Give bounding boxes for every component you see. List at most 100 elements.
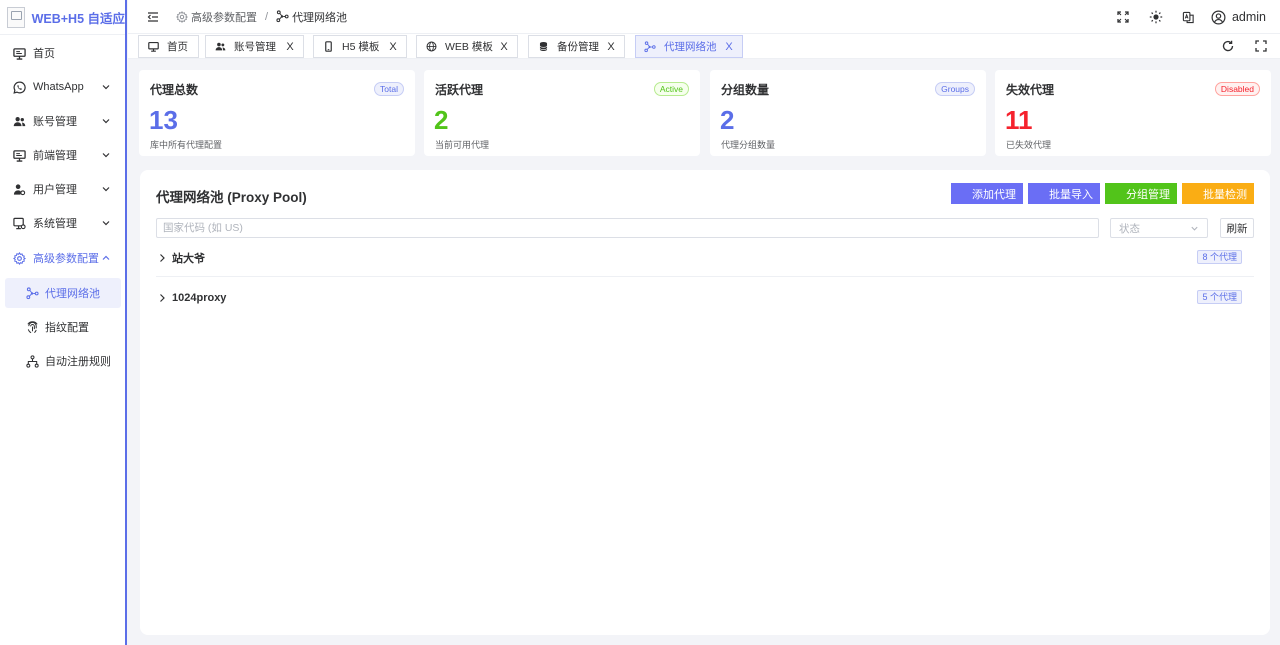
close-icon[interactable]: X [606,41,616,53]
chevron-right-icon[interactable] [156,292,168,304]
divider [156,276,1254,277]
breadcrumb-current: 代理网络池 [276,9,347,25]
close-icon[interactable]: X [285,41,295,53]
user-gear-icon [12,182,26,196]
group-management-button[interactable]: 分组管理 [1105,183,1177,204]
tab-label: H5 模板 [342,41,380,53]
sidebar-item-whatsapp[interactable]: WhatsApp [0,71,125,103]
breadcrumb-separator: / [265,10,269,23]
fingerprint-icon [25,320,39,334]
chevron-down-icon [101,184,111,194]
tabs-bar: 首页 账号管理 X H5 模板 X WEB 模板 X 备份管理 X 代理网络池 … [128,34,1280,59]
sidebar-subitem-label: 自动注册规则 [45,356,111,368]
breadcrumb-item[interactable]: 高级参数配置 [176,9,257,25]
stat-title: 活跃代理 [435,83,484,97]
proxy-group-row[interactable]: 站大爷 8 个代理 [156,242,1254,274]
fullscreen-icon[interactable] [1115,9,1131,25]
close-icon[interactable]: X [724,41,734,53]
globe-icon [425,41,437,53]
tab-accounts[interactable]: 账号管理 X [205,35,304,58]
sidebar-item-system[interactable]: 系统管理 [0,207,125,239]
close-icon[interactable]: X [388,41,398,53]
monitor-icon [147,41,159,53]
status-select[interactable]: 状态 [1110,218,1208,238]
chevron-down-icon [101,150,111,160]
stat-card-disabled: 失效代理 Disabled 11 已失效代理 [995,70,1271,156]
tab-backup[interactable]: 备份管理 X [528,35,625,58]
username: admin [1231,10,1266,24]
batch-import-button[interactable]: 批量导入 [1028,183,1100,204]
group-name: 站大爷 [172,253,205,265]
sidebar-item-label: WhatsApp [33,81,84,93]
stat-card-total: 代理总数 Total 13 库中所有代理配置 [139,70,415,156]
chevron-right-icon[interactable] [156,252,168,264]
sidebar-item-label: 高级参数配置 [33,253,99,265]
sidebar-subitem-auto-register[interactable]: 自动注册规则 [5,346,121,376]
tab-label: 首页 [167,41,188,53]
chevron-down-icon [101,218,111,228]
proxy-pool-panel: 代理网络池 (Proxy Pool) 添加代理 批量导入 分组管理 批量检测 状… [140,170,1270,635]
database-icon [537,41,549,53]
stat-card-groups: 分组数量 Groups 2 代理分组数量 [710,70,986,156]
group-count-badge: 5 个代理 [1197,290,1242,304]
add-proxy-button[interactable]: 添加代理 [951,183,1023,204]
close-icon[interactable]: X [499,41,509,53]
tab-h5-template[interactable]: H5 模板 X [313,35,407,58]
sidebar-item-label: 前端管理 [33,150,77,162]
tab-home[interactable]: 首页 [138,35,199,58]
stat-badge: Active [653,82,689,96]
network-icon [276,10,289,23]
stat-title: 分组数量 [721,83,770,97]
whatsapp-icon [12,80,26,94]
tab-label: 代理网络池 [664,41,717,53]
app-logo[interactable]: WEB+H5 自适应 [0,0,125,35]
sidebar-item-label: 系统管理 [33,218,77,230]
chevron-down-icon [101,116,111,126]
sidebar-item-accounts[interactable]: 账号管理 [0,105,125,137]
users-icon [12,114,26,128]
country-code-input[interactable] [156,218,1099,238]
status-select-placeholder: 状态 [1119,222,1140,235]
broken-image-icon [7,6,25,28]
tabs-actions [1202,39,1268,53]
header-actions: admin [1098,0,1266,34]
sidebar-item-frontend[interactable]: 前端管理 [0,139,125,171]
translate-icon[interactable] [1181,9,1197,25]
app-title: WEB+H5 自适应 [31,11,125,26]
sun-icon[interactable] [1148,9,1164,25]
tab-label: WEB 模板 [445,41,493,53]
sidebar-item-home[interactable]: 首页 [0,37,125,69]
sidebar-subitem-fingerprint[interactable]: 指纹配置 [5,312,121,342]
refresh-icon[interactable] [1221,39,1235,53]
monitor-icon [12,46,26,60]
gear-icon [12,251,26,265]
tab-proxy-pool[interactable]: 代理网络池 X [635,35,743,58]
stat-title: 代理总数 [150,83,199,97]
sidebar-item-users[interactable]: 用户管理 [0,173,125,205]
refresh-button[interactable]: 刷新 [1220,218,1254,238]
stat-value: 2 [434,105,449,135]
stat-value: 13 [149,105,178,135]
sidebar-item-advanced-config[interactable]: 高级参数配置 [0,242,125,274]
maximize-icon[interactable] [1254,39,1268,53]
stat-badge: Total [374,82,404,96]
monitor-icon [12,148,26,162]
users-icon [214,41,226,53]
stat-subtitle: 当前可用代理 [435,140,490,150]
stat-value: 2 [720,105,735,135]
stat-title: 失效代理 [1006,83,1055,97]
user-menu[interactable]: admin [1211,10,1266,25]
user-circle-icon [1211,10,1226,24]
proxy-group-row[interactable]: 1024proxy 5 个代理 [156,282,1254,314]
sidebar-subitem-proxy-pool[interactable]: 代理网络池 [5,278,121,308]
tree-icon [25,354,39,368]
tab-web-template[interactable]: WEB 模板 X [416,35,518,58]
sidebar: WEB+H5 自适应 首页 WhatsApp 账号管理 前端管理 用户管理 系统… [0,0,127,645]
sidebar-item-label: 用户管理 [33,184,77,196]
mobile-icon [322,41,334,53]
collapse-menu-icon[interactable] [146,10,160,24]
batch-check-button[interactable]: 批量检测 [1182,183,1254,204]
stat-badge: Groups [935,82,975,96]
network-icon [644,40,656,53]
sidebar-item-label: 账号管理 [33,116,77,128]
